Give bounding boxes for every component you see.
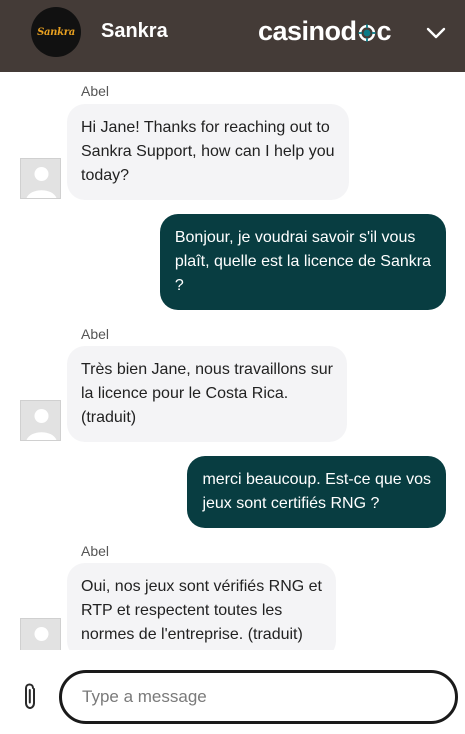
message-line: (traduit) [81, 409, 137, 426]
sankra-logo: Sankra [31, 7, 81, 57]
message-line: Oui, nos jeux sont vérifiés RNG et [81, 578, 322, 595]
message-line: Très bien Jane, nous travaillons sur [81, 361, 333, 378]
user-placeholder-icon [26, 409, 57, 440]
sender-name: Abel [81, 83, 110, 99]
user-message: Bonjour, je voudrai savoir s'il vous pla… [159, 214, 446, 310]
message-line: Sankra Support, how can I help you [81, 143, 335, 160]
user-message: merci beaucoup. Est-ce que vos jeux sont… [187, 456, 446, 528]
sankra-logo-text: Sankra [37, 26, 75, 38]
paperclip-icon[interactable] [20, 683, 42, 711]
chat-header: Sankra Sankra casinod c [0, 0, 465, 72]
message-line: la licence pour le Costa Rica. [81, 385, 289, 402]
sender-name: Abel [81, 326, 110, 342]
user-placeholder-icon [34, 627, 49, 641]
avatar [20, 400, 61, 441]
message-line: Hi Jane! Thanks for reaching out to [81, 119, 330, 136]
message-line: RTP et respectent toutes les [81, 602, 283, 619]
casinodoc-logo-right: c [376, 16, 392, 46]
avatar [20, 618, 61, 650]
message-line: Bonjour, je voudrai savoir s'il vous [174, 229, 416, 246]
message-list[interactable]: Abel Hi Jane! Thanks for reaching out to… [0, 72, 465, 650]
agent-message: Hi Jane! Thanks for reaching out to Sank… [67, 104, 349, 200]
agent-message: Oui, nos jeux sont vérifiés RNG et RTP e… [67, 563, 336, 650]
poker-chip-icon [357, 23, 376, 42]
message-input-wrapper[interactable] [59, 670, 458, 724]
sender-name: Abel [81, 543, 110, 559]
agent-message: Très bien Jane, nous travaillons sur la … [67, 346, 347, 442]
message-line: normes de l'entreprise. (traduit) [81, 626, 303, 643]
message-input[interactable] [62, 673, 455, 721]
brand-name: Sankra [101, 20, 168, 42]
casinodoc-logo: casinod c [258, 16, 392, 47]
avatar [20, 158, 61, 199]
message-line: today? [81, 167, 130, 184]
message-line: ? [174, 277, 184, 294]
message-composer [0, 650, 465, 734]
message-line: jeux sont certifiés RNG ? [202, 495, 380, 512]
user-placeholder-icon [26, 167, 57, 198]
message-line: plaît, quelle est la licence de Sankra [174, 253, 431, 270]
casinodoc-logo-left: casinod [258, 16, 357, 46]
message-line: merci beaucoup. Est-ce que vos [202, 471, 431, 488]
chevron-down-icon[interactable] [425, 22, 447, 44]
